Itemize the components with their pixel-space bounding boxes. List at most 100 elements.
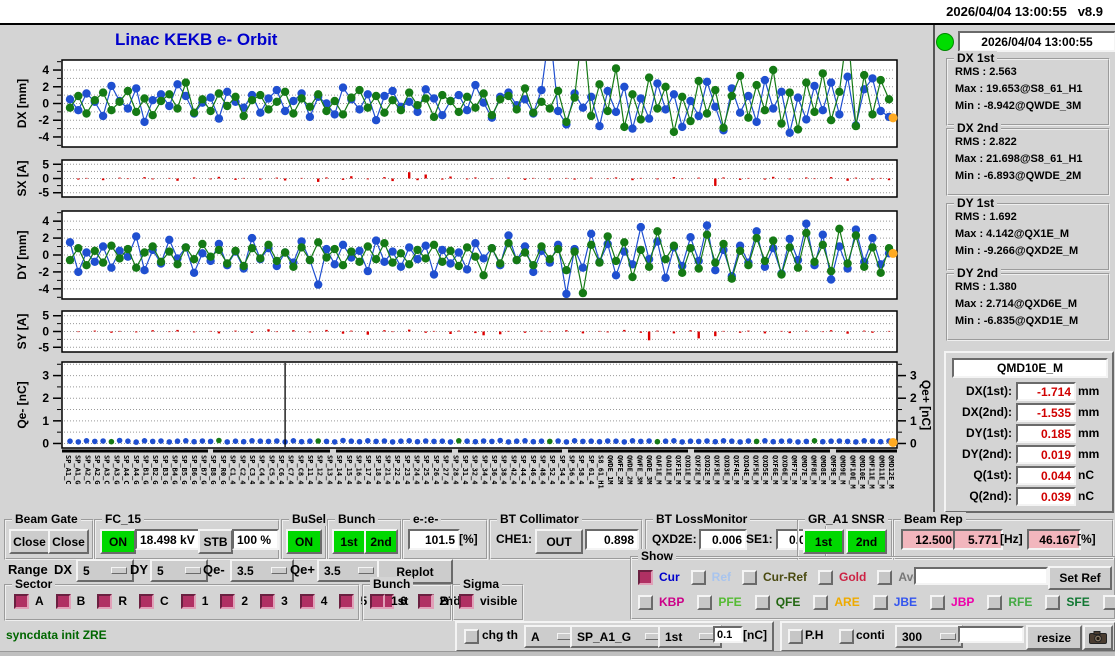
conti-checkbox[interactable]: [839, 629, 854, 644]
checkbox-SFE[interactable]: [1045, 594, 1061, 610]
checkbox-RFE[interactable]: [987, 594, 1003, 610]
checkbox-Cur[interactable]: [638, 569, 653, 585]
interval-option-value: 300: [902, 629, 923, 644]
threshold-input[interactable]: [713, 626, 743, 643]
svg-text:QMD8E_M: QMD8E_M: [819, 455, 827, 485]
svg-text:SY [A]: SY [A]: [15, 314, 29, 350]
range-label: Range: [8, 562, 48, 577]
screenshot-button[interactable]: [1083, 625, 1113, 650]
beam-gate-group: Beam Gate Close Close: [4, 512, 94, 560]
checkbox-label: SFE: [1066, 595, 1090, 609]
svg-text:SP_31_4: SP_31_4: [461, 455, 469, 485]
svg-text:2: 2: [42, 80, 49, 94]
stats-max: Max : 4.142@QX1E_M: [955, 228, 1070, 240]
svg-text:SP_52_4: SP_52_4: [548, 455, 556, 485]
ph-checkbox[interactable]: [788, 629, 803, 644]
monitor-value-field: -1.714: [1016, 382, 1076, 401]
checkbox-2nd[interactable]: [418, 593, 434, 609]
svg-text:SP_15_4: SP_15_4: [345, 455, 353, 485]
che1-label: CHE1:: [496, 532, 533, 546]
checkbox-ARE[interactable]: [813, 594, 829, 610]
checkbox-item-Cur: Cur: [638, 569, 680, 585]
svg-text:SP_A1_C: SP_A1_C: [64, 455, 72, 485]
checkbox-item-2: 2: [220, 593, 248, 609]
stats-group-title: DY 1st: [954, 196, 998, 210]
svg-text:SP_12_4: SP_12_4: [316, 455, 324, 485]
checkbox-item-1st: 1st: [370, 593, 408, 609]
svg-text:SP_B8_G: SP_B8_G: [209, 455, 217, 485]
checkbox-Cur-Ref[interactable]: [742, 569, 758, 585]
checkbox-Ref[interactable]: [690, 569, 706, 585]
checkbox-3[interactable]: [260, 593, 276, 609]
svg-text:QXD3E_M: QXD3E_M: [722, 455, 730, 485]
checkbox-Gold[interactable]: [818, 569, 834, 585]
svg-text:S8_61_H1: S8_61_H1: [597, 455, 605, 489]
range-dy-option[interactable]: 5: [150, 559, 208, 582]
checkbox-item-ZRE: ZRE: [1102, 594, 1115, 610]
gr-a1-1st-button[interactable]: 1st: [803, 529, 844, 554]
checkbox-4[interactable]: [299, 593, 315, 609]
bpm-option[interactable]: SP_A1_G: [570, 625, 668, 648]
checkbox-A[interactable]: [14, 593, 29, 609]
interval-option[interactable]: 300: [895, 625, 963, 648]
option-menu-glyph: [111, 567, 127, 574]
fc15-on-button[interactable]: ON: [100, 529, 136, 554]
range-qem-option[interactable]: 3.5: [230, 559, 294, 582]
checkbox-5[interactable]: [339, 593, 355, 609]
spare-input[interactable]: [958, 626, 1024, 643]
ref-name-input[interactable]: [914, 567, 1048, 585]
resize-button[interactable]: resize: [1026, 625, 1082, 650]
checkbox-1[interactable]: [180, 593, 196, 609]
svg-text:SP_61_4: SP_61_4: [587, 455, 595, 485]
beam-gate-close-button-1[interactable]: Close: [9, 529, 50, 554]
beam-gate-close-button-2[interactable]: Close: [48, 529, 89, 554]
svg-text:QWDE_3M: QWDE_3M: [645, 455, 653, 485]
fc15-stb-button[interactable]: STB: [198, 529, 233, 554]
bunch-2nd-button[interactable]: 2nd: [364, 529, 398, 554]
range-dx-option[interactable]: 5: [76, 559, 134, 582]
checkbox-C[interactable]: [139, 593, 155, 609]
chg-th-checkbox[interactable]: [464, 629, 479, 644]
checkbox-KBP[interactable]: [638, 594, 653, 610]
bpm-option-value: SP_A1_G: [577, 629, 632, 644]
stats-min: Min : -6.893@QWDE_2M: [955, 170, 1082, 182]
bunch-1st-button[interactable]: 1st: [332, 529, 366, 554]
gr-a1-2nd-button[interactable]: 2nd: [846, 529, 887, 554]
checkbox-ZRE[interactable]: [1102, 594, 1115, 610]
svg-text:SP_A2_C: SP_A2_C: [83, 455, 91, 485]
checkbox-Ave10[interactable]: [877, 569, 893, 585]
svg-text:SP_54_4: SP_54_4: [558, 455, 566, 485]
checkbox-label: 1: [201, 594, 209, 608]
checkbox-QFE[interactable]: [754, 594, 770, 610]
che1-out-button[interactable]: OUT: [535, 529, 583, 554]
svg-text:SP_A4_G: SP_A4_G: [132, 455, 140, 485]
checkbox-JBP[interactable]: [930, 594, 946, 610]
svg-text:SP_18_4: SP_18_4: [374, 455, 382, 485]
svg-text:SP_17_4: SP_17_4: [364, 455, 372, 485]
svg-text:0: 0: [42, 248, 49, 262]
svg-text:4: 4: [42, 63, 49, 77]
checkbox-visible[interactable]: [459, 593, 474, 609]
timestamp-field: 2026/04/04 13:00:55: [958, 31, 1115, 52]
monitor-row-label: DY(1st):: [965, 426, 1012, 440]
checkbox-JBE[interactable]: [872, 594, 888, 610]
stats-group-DX-2nd: DX 2nd RMS : 2.822 Max : 21.698@S8_61_H1 …: [946, 121, 1110, 196]
checkbox-B[interactable]: [55, 593, 71, 609]
checkbox-label: Cur: [659, 570, 680, 584]
clock-text: 2026/04/04 13:00:55 v8.9: [946, 4, 1103, 19]
svg-text:SP_23_4: SP_23_4: [403, 455, 411, 485]
checkbox-1st[interactable]: [370, 593, 385, 609]
checkbox-2[interactable]: [220, 593, 236, 609]
checkbox-R[interactable]: [97, 593, 113, 609]
stats-group-title: DX 2nd: [954, 121, 1002, 135]
checkbox-PFE[interactable]: [697, 594, 713, 610]
busel-on-button[interactable]: ON: [286, 529, 322, 554]
svg-text:SP_25_4: SP_25_4: [422, 455, 430, 485]
set-ref-button[interactable]: Set Ref: [1048, 566, 1112, 590]
ee-ratio-field: 101.5: [408, 529, 460, 550]
checkbox-item-Cur-Ref: Cur-Ref: [742, 569, 807, 585]
checkbox-item-JBE: JBE: [872, 594, 917, 610]
busel-group: BuSel ON: [281, 512, 330, 560]
bt-collimator-group: BT Collimator CHE1: OUT 0.898: [489, 512, 643, 560]
show-row-1: CurRefCur-RefGoldAve10: [638, 567, 933, 587]
